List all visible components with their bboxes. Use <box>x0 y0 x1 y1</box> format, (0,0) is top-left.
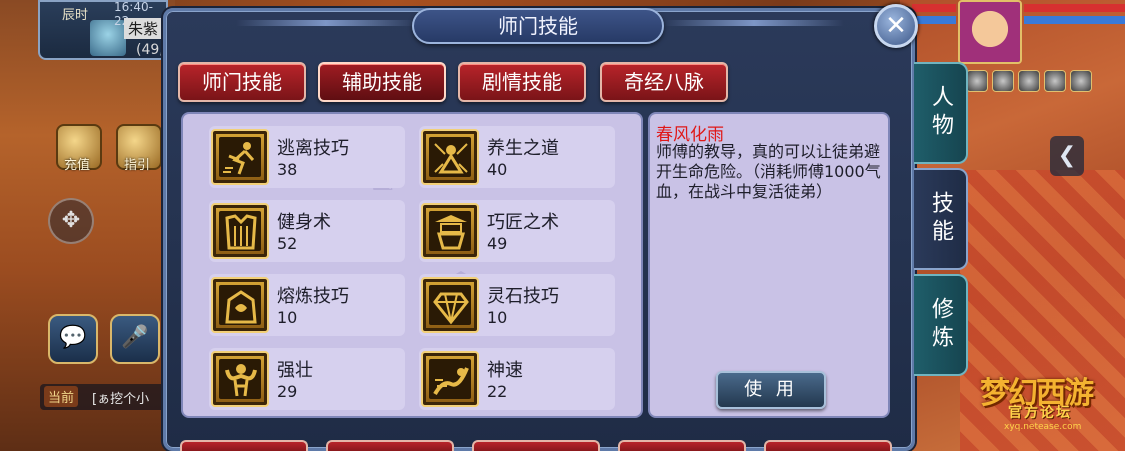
bottom-button[interactable] <box>764 440 892 451</box>
side-tab-skills[interactable]: 技能 <box>914 168 968 270</box>
player-portrait[interactable] <box>958 0 1022 64</box>
buff-icon[interactable] <box>1044 70 1066 92</box>
skill-name: 巧匠之术 <box>487 212 559 233</box>
skill-item[interactable]: 强壮 29 <box>209 348 405 410</box>
buff-icon[interactable] <box>966 70 988 92</box>
time-hud: 辰时 16:40-22 朱紫 (49, <box>38 0 168 60</box>
forum-url: xyq.netease.com <box>1004 422 1082 432</box>
skill-level: 10 <box>487 308 508 327</box>
side-tab-cultivation[interactable]: 修炼 <box>914 274 968 376</box>
skill-name: 熔炼技巧 <box>277 286 349 307</box>
skill-item[interactable]: 灵石技巧 10 <box>419 274 615 336</box>
time-label: 辰时 <box>62 8 89 23</box>
move-arrows-icon[interactable]: ✥ <box>48 198 94 244</box>
title-ornament-right <box>664 20 844 26</box>
skill-name: 养生之道 <box>487 138 559 159</box>
chat-channel-tag[interactable]: 当前 <box>44 386 79 407</box>
pet-hp-bar <box>912 4 956 12</box>
meditation-icon <box>421 129 479 185</box>
buff-icon[interactable] <box>992 70 1014 92</box>
skill-level: 29 <box>277 382 298 401</box>
player-name: 朱紫 <box>124 18 163 39</box>
armor-icon <box>211 203 269 259</box>
buff-icon[interactable] <box>1070 70 1092 92</box>
guide-label: 指引 <box>124 158 151 173</box>
skill-level: 22 <box>487 382 508 401</box>
bottom-button[interactable] <box>618 440 746 451</box>
pet-mp-bar <box>912 16 956 24</box>
map-coords: (49, <box>136 42 164 58</box>
game-logo-watermark: 梦幻西游 官方论坛 xyq.netease.com <box>980 368 1115 432</box>
player-hp-bar <box>1024 4 1125 12</box>
skill-item[interactable]: 健身术 52 <box>209 200 405 262</box>
running-figure-icon <box>211 129 269 185</box>
bottom-button[interactable] <box>180 440 308 451</box>
player-mp-bar <box>1024 16 1125 24</box>
skill-name: 灵石技巧 <box>487 286 559 307</box>
tab-meridians[interactable]: 奇经八脉 <box>600 62 728 102</box>
chat-bar[interactable]: 当前 [ぁ挖个小 <box>40 384 170 410</box>
smelting-icon <box>211 277 269 333</box>
use-button[interactable]: 使 用 <box>716 371 826 409</box>
recharge-label: 充值 <box>64 158 91 173</box>
skill-name: 健身术 <box>277 212 331 233</box>
tab-story-skills[interactable]: 剧情技能 <box>458 62 586 102</box>
chat-bubble-button[interactable]: 💬 <box>48 314 98 364</box>
skill-level: 40 <box>487 160 508 179</box>
close-icon[interactable]: ✕ <box>874 4 918 48</box>
strong-man-icon <box>211 351 269 407</box>
gemstone-icon <box>421 277 479 333</box>
skill-level: 38 <box>277 160 298 179</box>
speed-icon <box>421 351 479 407</box>
skill-item[interactable]: 神速 22 <box>419 348 615 410</box>
bottom-button[interactable] <box>326 440 454 451</box>
title-ornament-left <box>236 20 416 26</box>
bottom-button[interactable] <box>472 440 600 451</box>
skill-name: 逃离技巧 <box>277 138 349 159</box>
panel-title: 师门技能 <box>412 8 664 44</box>
pagoda-icon <box>421 203 479 259</box>
description-text: 师傅的教导，真的可以让徒弟避开生命危险。（消耗师傅1000气血，在战斗中复活徒弟… <box>656 142 881 201</box>
skill-item[interactable]: 养生之道 40 <box>419 126 615 188</box>
skill-level: 52 <box>277 234 298 253</box>
skill-item[interactable]: 巧匠之术 49 <box>419 200 615 262</box>
collapse-arrow-icon[interactable]: ❮ <box>1050 136 1084 176</box>
skill-item[interactable]: 逃离技巧 38 <box>209 126 405 188</box>
skill-name: 神速 <box>487 360 523 381</box>
tab-auxiliary-skills[interactable]: 辅助技能 <box>318 62 446 102</box>
side-tab-character[interactable]: 人物 <box>914 62 968 164</box>
skill-name: 强壮 <box>277 360 313 381</box>
chat-message: [ぁ挖个小 <box>92 392 150 407</box>
skill-item[interactable]: 熔炼技巧 10 <box>209 274 405 336</box>
forum-text: 官方论坛 <box>1008 405 1072 421</box>
skill-level: 10 <box>277 308 298 327</box>
voice-microphone-button[interactable]: 🎤 <box>110 314 160 364</box>
buff-icon[interactable] <box>1018 70 1040 92</box>
tab-sect-skills[interactable]: 师门技能 <box>178 62 306 102</box>
skill-level: 49 <box>487 234 508 253</box>
